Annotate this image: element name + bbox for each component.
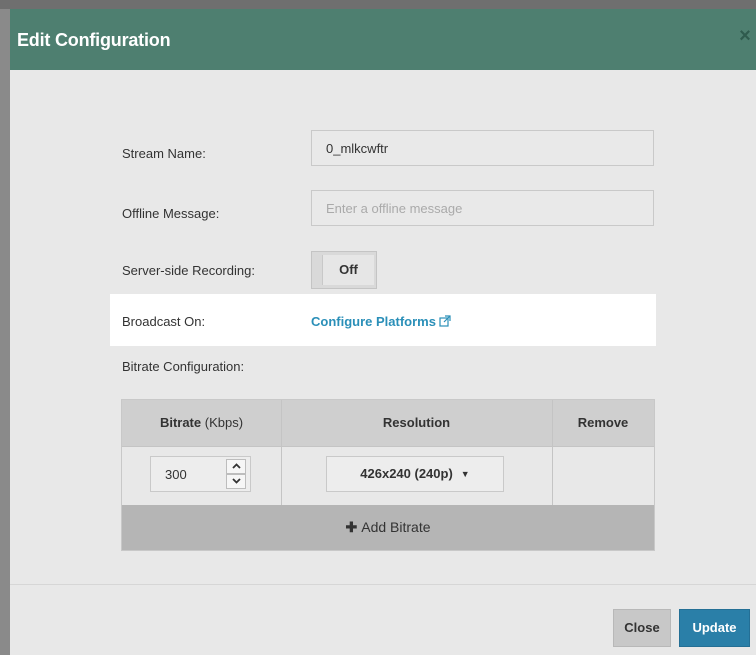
configure-platforms-link[interactable]: Configure Platforms	[311, 314, 451, 330]
recording-toggle-state: Off	[322, 255, 374, 285]
backdrop	[0, 0, 756, 9]
bitrate-unit-label: (Kbps)	[204, 415, 244, 430]
bitrate-header-label: Bitrate	[159, 415, 202, 430]
plus-icon: ✚	[345, 519, 358, 535]
bitrate-value: 300	[165, 467, 187, 482]
stream-name-label: Stream Name:	[122, 146, 206, 161]
add-bitrate-label: Add Bitrate	[361, 519, 431, 535]
modal-title: Edit Configuration	[17, 30, 171, 50]
update-button[interactable]: Update	[679, 609, 750, 647]
offline-message-label: Offline Message:	[122, 206, 220, 221]
bitrate-config-label: Bitrate Configuration:	[122, 359, 245, 374]
remove-header: Remove	[577, 415, 629, 430]
resolution-dropdown[interactable]: 426x240 (240p) ▼	[326, 456, 504, 492]
external-link-icon	[439, 315, 451, 330]
close-icon[interactable]: ×	[734, 25, 756, 47]
resolution-value: 426x240 (240p)	[360, 466, 453, 481]
stream-name-input[interactable]	[311, 130, 654, 166]
table-header-row: Bitrate (Kbps) Resolution Remove	[122, 400, 654, 447]
resolution-header: Resolution	[382, 415, 451, 430]
bitrate-table: Bitrate (Kbps) Resolution Remove 300 426…	[121, 399, 655, 551]
modal-footer: Close Update	[10, 584, 756, 655]
bitrate-spinner[interactable]: 300	[150, 456, 251, 492]
caret-down-icon: ▼	[460, 469, 470, 479]
close-button[interactable]: Close	[613, 609, 671, 647]
table-row: 300 426x240 (240p) ▼	[122, 446, 654, 506]
add-bitrate-button[interactable]: ✚ Add Bitrate	[122, 505, 654, 550]
chevron-up-icon[interactable]	[226, 459, 246, 474]
broadcast-row: Broadcast On: Configure Platforms	[110, 294, 656, 346]
broadcast-label: Broadcast On:	[122, 314, 206, 329]
recording-toggle[interactable]: Off	[311, 251, 377, 289]
bitrate-header: Bitrate (Kbps)	[122, 400, 281, 446]
offline-message-input[interactable]	[311, 190, 654, 226]
chevron-down-icon[interactable]	[226, 474, 246, 489]
modal-header: Edit Configuration ×	[10, 9, 756, 70]
recording-label: Server-side Recording:	[122, 263, 255, 278]
configure-platforms-label: Configure Platforms	[311, 314, 436, 329]
edit-configuration-modal: Edit Configuration × Stream Name: Offlin…	[10, 9, 756, 655]
